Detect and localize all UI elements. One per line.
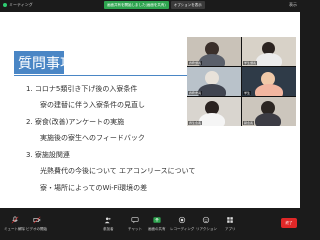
record-icon — [179, 216, 186, 224]
view-options-button[interactable]: オプションを表示 — [170, 1, 205, 9]
share-status: 画面共有を開始しました(画面を共有) — [104, 1, 169, 9]
apps-icon — [227, 217, 234, 223]
meeting-info[interactable]: ミーティング — [3, 2, 33, 8]
participant-video-grid[interactable]: 寮務課長 学生課長 寮務委員 学生 寮生会長 副会長 — [187, 37, 296, 126]
camera-icon — [32, 216, 40, 224]
video-tile[interactable]: 副会長 — [242, 97, 296, 126]
item-2: 2. 寮食(改善)アンケートの実施 — [26, 118, 125, 126]
item-3-sub-1: 光熱費代の今後について エアコンリースについて — [40, 167, 196, 175]
participant-body — [255, 84, 283, 96]
top-bar: ミーティング 画面共有を開始しました(画面を共有) オプションを表示 表示 — [0, 0, 300, 11]
participant-body — [256, 53, 282, 66]
item-1: 1. コロナ5類引き下げ後の入寮条件 — [26, 85, 138, 93]
meeting-toolbar: ミュート解除 ビデオの開始 参加者 チャット 画面の共有 レコーディング リアク… — [0, 212, 300, 240]
slide-title: 質問事項 — [18, 56, 74, 72]
microphone-icon — [11, 216, 18, 224]
share-screen-icon — [153, 217, 161, 223]
chat-icon — [131, 217, 139, 224]
item-3: 3. 寮施設関連 — [26, 151, 70, 159]
item-1-sub: 寮の建替に伴う入寮条件の見直し — [40, 101, 145, 109]
status-dot-icon — [3, 3, 7, 7]
video-tile[interactable]: 学生課長 — [242, 37, 296, 66]
reaction-icon — [203, 216, 210, 224]
record-button[interactable]: レコーディング — [170, 212, 194, 232]
video-tile[interactable]: 寮務課長 — [187, 37, 241, 66]
participant-body — [199, 54, 225, 66]
participants-icon — [105, 217, 111, 224]
share-screen-button[interactable]: 画面の共有 — [148, 212, 166, 232]
participant-body — [199, 113, 225, 126]
video-tile[interactable]: 学生 — [242, 67, 296, 96]
end-meeting-button[interactable]: 終了 — [281, 218, 297, 228]
reaction-button[interactable]: リアクション — [196, 212, 217, 232]
apps-button[interactable]: アプリ — [225, 212, 236, 232]
video-button[interactable]: ビデオの開始 — [26, 212, 47, 232]
mute-button[interactable]: ミュート解除 — [4, 212, 25, 232]
item-2-sub: 実施後の寮生へのフィードバック — [40, 134, 145, 142]
video-tile[interactable]: 寮生会長 — [187, 97, 241, 126]
meeting-label: ミーティング — [9, 2, 33, 7]
video-tile[interactable]: 寮務委員 — [187, 67, 241, 96]
title-rule — [14, 75, 192, 76]
item-3-sub-2: 寮・場所によってのWi-Fi環境の差 — [40, 184, 148, 192]
participant-head — [205, 71, 219, 85]
view-button[interactable]: 表示 — [289, 2, 297, 8]
participants-button[interactable]: 参加者 — [103, 212, 114, 232]
participant-body — [198, 84, 226, 96]
participant-body — [255, 113, 281, 126]
chat-button[interactable]: チャット — [128, 212, 142, 232]
share-banner: 画面共有を開始しました(画面を共有) オプションを表示 — [104, 1, 205, 9]
